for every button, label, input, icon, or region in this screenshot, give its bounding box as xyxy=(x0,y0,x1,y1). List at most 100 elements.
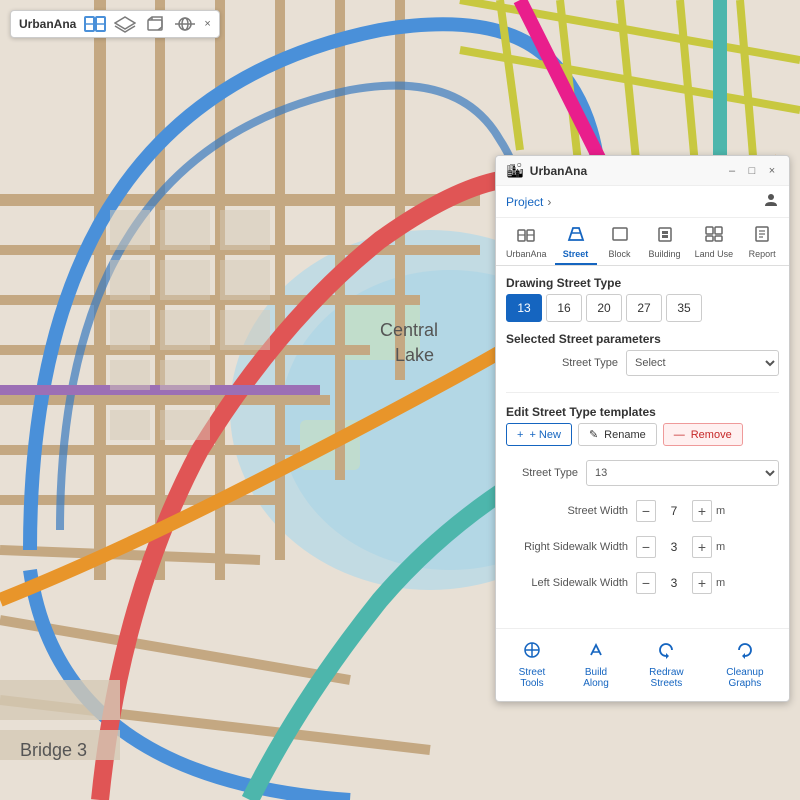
panel-title: UrbanAna xyxy=(530,164,719,178)
close-btn[interactable]: × xyxy=(765,164,779,178)
rename-label: Rename xyxy=(604,429,646,441)
drawing-street-type-section: Drawing Street Type 13 16 20 27 35 xyxy=(506,276,779,322)
build-along-icon xyxy=(587,641,605,664)
report-tab-icon xyxy=(753,226,771,247)
building-tab-icon xyxy=(656,226,674,247)
selected-street-params-label: Selected Street parameters xyxy=(506,332,779,346)
street-type-btn-16[interactable]: 16 xyxy=(546,294,582,322)
rename-template-btn[interactable]: ✎ Rename xyxy=(578,423,657,446)
3d-icon[interactable] xyxy=(144,15,166,33)
block-tab-icon xyxy=(611,226,629,247)
street-type-btn-35[interactable]: 35 xyxy=(666,294,702,322)
left-sidewalk-increment[interactable]: + xyxy=(692,572,712,594)
panel-footer: Street Tools Build Along Redraw Streets … xyxy=(496,628,789,701)
street-width-increment[interactable]: + xyxy=(692,500,712,522)
right-sidewalk-row: Right Sidewalk Width − 3 + m xyxy=(506,536,779,558)
street-width-row: Street Width − 7 + m xyxy=(506,500,779,522)
street-width-label: Street Width xyxy=(506,505,636,517)
build-along-btn[interactable]: Build Along xyxy=(566,637,626,693)
street-type-buttons: 13 16 20 27 35 xyxy=(506,294,779,322)
toolbar-title: UrbanAna xyxy=(19,17,76,31)
toolbar-close-btn[interactable]: × xyxy=(204,18,210,30)
breadcrumb: Project › xyxy=(496,186,789,218)
tab-urbanana[interactable]: UrbanAna xyxy=(500,222,553,265)
panel-app-icon: 🏙 xyxy=(506,162,524,179)
street-tools-icon xyxy=(523,641,541,664)
build-along-label: Build Along xyxy=(572,667,620,689)
new-label: + New xyxy=(529,429,561,441)
left-sidewalk-label: Left Sidewalk Width xyxy=(506,577,636,589)
minimize-btn[interactable]: – xyxy=(725,164,739,178)
street-type-field-select[interactable]: 13 16 20 xyxy=(586,460,779,486)
right-sidewalk-label: Right Sidewalk Width xyxy=(506,541,636,553)
remove-label: Remove xyxy=(691,429,732,441)
cleanup-graphs-icon xyxy=(736,641,754,664)
new-template-btn[interactable]: + + New xyxy=(506,423,572,446)
street-type-field-row: Street Type 13 16 20 xyxy=(506,460,779,486)
left-sidewalk-value: 3 xyxy=(660,576,688,590)
panel-titlebar: 🏙 UrbanAna – □ × xyxy=(496,156,789,186)
layers-icon[interactable] xyxy=(114,15,136,33)
tab-report[interactable]: Report xyxy=(741,222,783,265)
street-tools-btn[interactable]: Street Tools xyxy=(502,637,562,693)
tab-block-label: Block xyxy=(609,249,631,259)
selected-street-params-section: Selected Street parameters Street Type S… xyxy=(506,332,779,380)
breadcrumb-arrow: › xyxy=(547,195,551,209)
right-sidewalk-value: 3 xyxy=(660,540,688,554)
street-tools-label: Street Tools xyxy=(508,667,556,689)
street-type-btn-27[interactable]: 27 xyxy=(626,294,662,322)
left-sidewalk-controls: − 3 + m xyxy=(636,572,725,594)
street-type-param-label: Street Type xyxy=(506,357,626,369)
edit-template-buttons: + + New ✎ Rename — Remove xyxy=(506,423,779,446)
street-type-field-label: Street Type xyxy=(506,467,586,479)
edit-templates-label: Edit Street Type templates xyxy=(506,405,779,419)
drawing-street-type-label: Drawing Street Type xyxy=(506,276,779,290)
remove-icon: — xyxy=(674,429,685,441)
tab-block[interactable]: Block xyxy=(599,222,641,265)
street-type-btn-13[interactable]: 13 xyxy=(506,294,542,322)
map-icon[interactable] xyxy=(84,15,106,33)
right-sidewalk-increment[interactable]: + xyxy=(692,536,712,558)
edit-templates-section: Edit Street Type templates + + New ✎ Ren… xyxy=(506,405,779,450)
divider-1 xyxy=(506,392,779,393)
street-type-select[interactable]: Select 13 16 20 27 35 xyxy=(626,350,779,376)
satellite-icon[interactable] xyxy=(174,15,196,33)
tab-landuse[interactable]: Land Use xyxy=(689,222,740,265)
cleanup-graphs-label: Cleanup Graphs xyxy=(713,667,777,689)
new-icon: + xyxy=(517,429,523,441)
left-sidewalk-row: Left Sidewalk Width − 3 + m xyxy=(506,572,779,594)
redraw-streets-icon xyxy=(657,641,675,664)
tab-building[interactable]: Building xyxy=(643,222,687,265)
street-width-controls: − 7 + m xyxy=(636,500,725,522)
panel-content: Drawing Street Type 13 16 20 27 35 Selec… xyxy=(496,266,789,608)
tab-landuse-label: Land Use xyxy=(695,249,734,259)
remove-template-btn[interactable]: — Remove xyxy=(663,423,743,446)
tab-report-label: Report xyxy=(749,249,776,259)
right-sidewalk-decrement[interactable]: − xyxy=(636,536,656,558)
street-type-param-row: Street Type Select 13 16 20 27 35 xyxy=(506,350,779,376)
panel: 🏙 UrbanAna – □ × Project › UrbanAna Stre… xyxy=(495,155,790,702)
street-type-btn-20[interactable]: 20 xyxy=(586,294,622,322)
redraw-streets-label: Redraw Streets xyxy=(636,667,697,689)
tab-building-label: Building xyxy=(649,249,681,259)
street-width-unit: m xyxy=(716,505,725,517)
street-width-decrement[interactable]: − xyxy=(636,500,656,522)
cleanup-graphs-btn[interactable]: Cleanup Graphs xyxy=(707,637,783,693)
tab-street[interactable]: Street xyxy=(555,222,597,265)
redraw-streets-btn[interactable]: Redraw Streets xyxy=(630,637,703,693)
street-width-value: 7 xyxy=(660,504,688,518)
user-icon[interactable] xyxy=(763,192,779,211)
nav-tabs: UrbanAna Street Block Building Land Use xyxy=(496,218,789,266)
landuse-tab-icon xyxy=(705,226,723,247)
street-tab-icon xyxy=(567,226,585,247)
breadcrumb-text[interactable]: Project xyxy=(506,195,543,209)
left-sidewalk-decrement[interactable]: − xyxy=(636,572,656,594)
right-sidewalk-unit: m xyxy=(716,541,725,553)
tab-urbanana-label: UrbanAna xyxy=(506,249,547,259)
tab-street-label: Street xyxy=(563,249,589,259)
maximize-btn[interactable]: □ xyxy=(745,164,759,178)
toolbar: UrbanAna × xyxy=(10,10,220,38)
left-sidewalk-unit: m xyxy=(716,577,725,589)
urbanana-tab-icon xyxy=(517,226,535,247)
right-sidewalk-controls: − 3 + m xyxy=(636,536,725,558)
